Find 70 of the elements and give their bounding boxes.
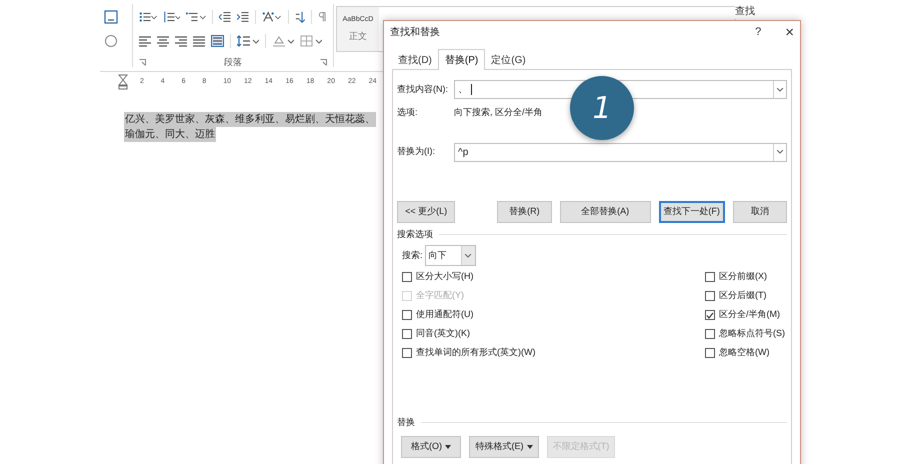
checkbox-label: 同音(英文)(K) — [416, 327, 470, 340]
borders-icon[interactable] — [300, 35, 322, 47]
checkbox-label: 忽略标点符号(S) — [719, 327, 785, 340]
replace-field[interactable]: ^p — [454, 142, 787, 162]
checkbox-label: 区分前缀(X) — [719, 270, 767, 284]
line-spacing-icon[interactable] — [237, 35, 259, 47]
dialog-button[interactable]: 全部替换(A) — [560, 200, 651, 222]
dialog-button[interactable]: 查找下一处(F) — [658, 200, 725, 222]
find-button[interactable]: 查找 — [735, 4, 755, 19]
field-label: 搜索: — [402, 248, 423, 262]
section-title: 替换 — [397, 416, 415, 428]
tab[interactable]: 替换(P) — [438, 49, 486, 70]
format-button[interactable]: 特殊格式(E) — [469, 436, 539, 458]
field-label: 替换为(I): — [397, 145, 436, 158]
checkbox-label: 区分大小写(H) — [416, 270, 474, 284]
justify-icon[interactable] — [193, 36, 205, 46]
close-button[interactable]: × — [783, 24, 796, 40]
dropdown-caret-icon[interactable] — [464, 254, 472, 258]
field-label: 选项: — [397, 106, 419, 119]
checkbox[interactable] — [402, 310, 412, 320]
decrease-indent-icon[interactable] — [218, 11, 232, 23]
dialog-button[interactable]: 取消 — [732, 200, 788, 222]
multilevel-list-icon[interactable] — [186, 11, 206, 23]
numbered-list-icon[interactable] — [162, 11, 180, 23]
dropdown-caret-icon[interactable] — [776, 150, 784, 154]
help-button[interactable]: ? — [755, 24, 762, 40]
checkbox[interactable] — [402, 329, 412, 339]
style-name: 正文 — [349, 30, 367, 42]
document-text: 瑜伽元、同大、迈胜 — [124, 127, 216, 142]
dialog-launcher-icon[interactable] — [320, 58, 327, 66]
align-left-icon[interactable] — [139, 36, 151, 46]
tab[interactable]: 查找(D) — [392, 51, 438, 69]
dialog-button[interactable]: << 更少(L) — [397, 200, 456, 222]
sort-icon[interactable] — [294, 11, 306, 23]
circle-icon[interactable] — [104, 34, 118, 48]
checkbox-label: 忽略空格(W) — [719, 346, 770, 360]
checkbox[interactable] — [705, 329, 715, 339]
document-text: 亿兴、美罗世家、灰森、维多利亚、易烂剧、天恒花蕊、 — [124, 112, 376, 127]
dropdown-arrow-icon[interactable] — [526, 445, 532, 449]
bullet-list-icon[interactable] — [139, 11, 157, 23]
checkbox-label: 全字匹配(Y) — [416, 289, 464, 302]
checkbox-label: 查找单词的所有形式(英文)(W) — [416, 346, 536, 360]
checkbox[interactable] — [705, 348, 715, 358]
dropdown-caret-icon[interactable] — [776, 88, 784, 92]
text-box-icon[interactable] — [104, 10, 118, 24]
section-title: 搜索选项 — [397, 228, 433, 240]
align-right-icon[interactable] — [175, 36, 187, 46]
dropdown-arrow-icon[interactable] — [445, 445, 451, 449]
paragraph-mark-icon[interactable] — [318, 11, 328, 23]
align-center-icon[interactable] — [157, 36, 169, 46]
checkbox[interactable] — [402, 272, 412, 282]
checkbox-label: 区分后缀(T) — [719, 289, 766, 302]
checkbox[interactable] — [705, 291, 715, 301]
distribute-icon[interactable] — [211, 35, 224, 47]
field-label: 查找内容(N): — [397, 82, 449, 96]
indent-marker-icon[interactable] — [118, 74, 128, 90]
checkbox-label: 使用通配符(U) — [416, 308, 474, 322]
increase-indent-icon[interactable] — [237, 11, 250, 23]
tab[interactable]: 定位(G) — [485, 51, 532, 69]
dialog-button[interactable]: 替换(R) — [497, 200, 552, 222]
dialog-title: 查找和替换 — [390, 26, 440, 40]
options-summary: 向下搜索, 区分全/半角 — [454, 106, 543, 119]
checkbox-label: 区分全/半角(M) — [719, 308, 780, 322]
dialog-launcher-icon[interactable] — [139, 58, 146, 66]
direction-dropdown[interactable]: 向下 — [424, 245, 476, 266]
checkbox[interactable] — [705, 272, 715, 282]
checkbox[interactable] — [402, 348, 412, 358]
format-button[interactable]: 格式(O) — [401, 436, 461, 458]
group-label: 段落 — [224, 56, 242, 68]
shading-icon[interactable] — [272, 35, 294, 47]
